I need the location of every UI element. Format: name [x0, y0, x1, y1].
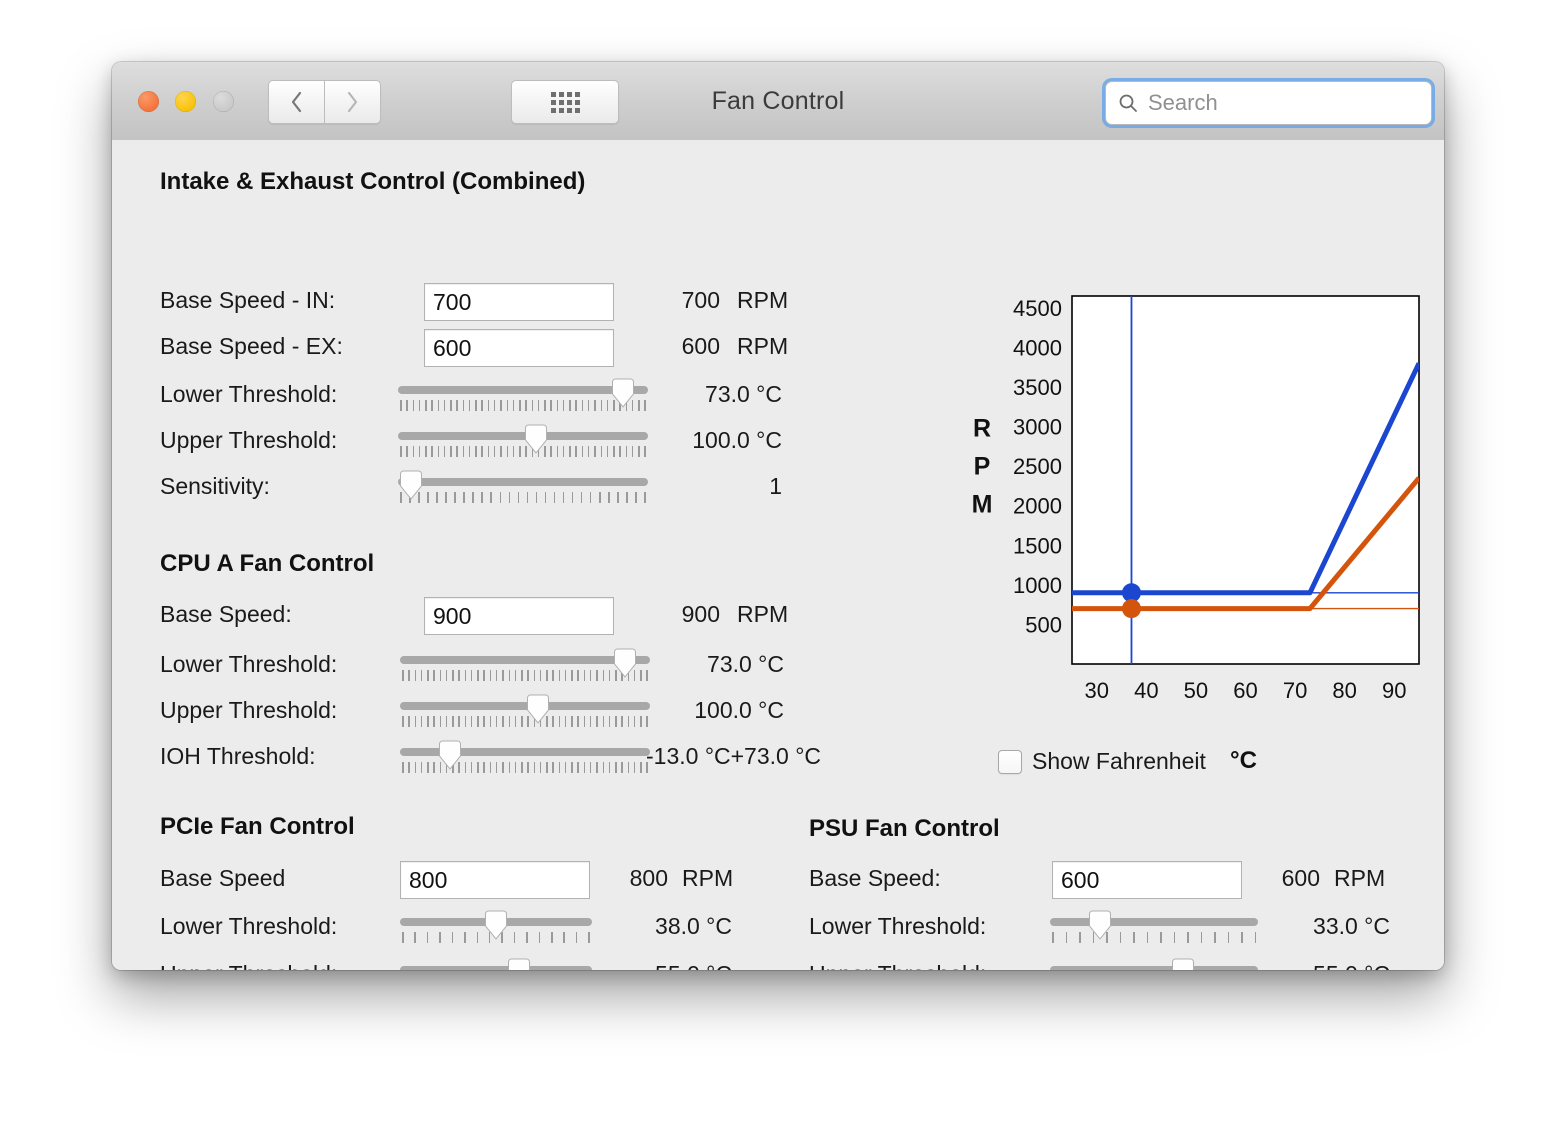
slider-thumb[interactable]	[1086, 910, 1113, 940]
label-combined-sensitivity: Sensitivity:	[160, 473, 270, 499]
label-combined-lower-threshold: Lower Threshold:	[160, 381, 338, 407]
y-tick-label: 1500	[1013, 533, 1062, 558]
y-axis-title: M	[972, 491, 993, 519]
slider-thumb[interactable]	[506, 958, 533, 970]
label-cpu-a-upper-threshold: Upper Threshold:	[160, 697, 338, 723]
window-titlebar: Fan Control	[112, 62, 1444, 141]
y-tick-label: 2000	[1013, 494, 1062, 519]
input-pcie-base-speed[interactable]	[400, 861, 590, 899]
settings-content: Intake & Exhaust Control (Combined) Base…	[112, 140, 1444, 970]
value-psu-upper-threshold: 55.0 °C	[1230, 961, 1390, 970]
search-icon	[1119, 94, 1137, 112]
unit-pcie-base-speed: RPM	[682, 865, 734, 891]
x-tick-label: 50	[1184, 678, 1208, 703]
label-cpu-a-lower-threshold: Lower Threshold:	[160, 651, 338, 677]
screen: Fan Control Intake & Exhaust Control (Co…	[0, 0, 1560, 1132]
search-field[interactable]	[1105, 81, 1432, 125]
slider-psu-upper-threshold[interactable]	[1050, 957, 1258, 970]
section-title-pcie: PCIe Fan Control	[160, 813, 355, 840]
x-tick-label: 60	[1233, 678, 1257, 703]
value-psu-lower-threshold: 33.0 °C	[1313, 913, 1390, 939]
value-cpu-a-upper-threshold: 100.0 °C	[694, 697, 784, 723]
x-tick-label: 80	[1332, 678, 1356, 703]
label-psu-upper-threshold: Upper Threshold:	[809, 961, 986, 970]
slider-ticks	[1052, 932, 1256, 943]
value-cpu-a-base-speed: 900	[681, 601, 720, 627]
section-title-combined: Intake & Exhaust Control (Combined)	[160, 168, 586, 195]
value-cpu-a-lower-threshold: 73.0 °C	[707, 651, 784, 677]
y-tick-label: 1000	[1013, 573, 1062, 598]
input-cpu-a-base-speed[interactable]	[424, 597, 614, 635]
label-pcie-upper-threshold: Upper Threshold:	[160, 961, 337, 970]
x-tick-label: 70	[1283, 678, 1307, 703]
fan-curve-chart: 500 1000 1500 2000 2500 3000 3500 4000 4500 R P M 30…	[960, 288, 1438, 708]
unit-cpu-a-base-speed: RPM	[737, 601, 789, 627]
value-combined-lower-threshold: 73.0 °C	[705, 381, 782, 407]
unit-combined-base-ex: RPM	[737, 333, 789, 359]
value-combined-sensitivity: 1	[769, 473, 782, 499]
current-value-marker	[1121, 599, 1141, 619]
y-tick-label: 4500	[1013, 296, 1062, 321]
label-cpu-a-base-speed: Base Speed:	[160, 601, 292, 627]
value-pcie-upper-threshold: 55.0 °C	[572, 961, 732, 970]
x-tick-label: 40	[1134, 678, 1158, 703]
input-combined-base-ex[interactable]	[424, 329, 614, 367]
value-pcie-base-speed: 800	[629, 865, 668, 891]
label-psu-base-speed: Base Speed:	[809, 865, 941, 891]
slider-thumb[interactable]	[483, 910, 510, 940]
label-psu-lower-threshold: Lower Threshold:	[809, 913, 987, 939]
slider-pcie-upper-threshold[interactable]	[400, 957, 592, 970]
slider-thumb[interactable]	[437, 740, 464, 770]
search-input[interactable]	[1146, 89, 1400, 117]
label-cpu-a-ioh-threshold: IOH Threshold:	[160, 743, 316, 769]
label-pcie-lower-threshold: Lower Threshold:	[160, 913, 338, 939]
fan-curve-svg: 500 1000 1500 2000 2500 3000 3500 4000 4500 RPM 30…	[972, 295, 1420, 703]
slider-psu-lower-threshold[interactable]	[1050, 909, 1258, 943]
value-cpu-a-ioh-threshold: -13.0 °C+73.0 °C	[646, 743, 822, 769]
x-tick-label: 30	[1085, 678, 1109, 703]
slider-thumb[interactable]	[1170, 958, 1197, 970]
slider-thumb[interactable]	[522, 424, 549, 454]
input-combined-base-in[interactable]	[424, 283, 614, 321]
label-combined-upper-threshold: Upper Threshold:	[160, 427, 338, 453]
value-psu-base-speed: 600	[1281, 865, 1320, 891]
show-fahrenheit-label: Show Fahrenheit	[1032, 748, 1206, 774]
value-combined-upper-threshold: 100.0 °C	[692, 427, 782, 453]
label-combined-base-in: Base Speed - IN:	[160, 287, 336, 313]
y-axis-title: R	[973, 415, 991, 443]
y-axis-title: P	[974, 453, 991, 481]
slider-track[interactable]	[1050, 966, 1258, 970]
section-title-psu: PSU Fan Control	[809, 815, 1000, 842]
unit-combined-base-in: RPM	[737, 287, 789, 313]
value-pcie-lower-threshold: 38.0 °C	[655, 913, 732, 939]
slider-cpu-a-ioh-threshold[interactable]	[400, 739, 650, 773]
label-combined-base-ex: Base Speed - EX:	[160, 333, 343, 359]
input-psu-base-speed[interactable]	[1052, 861, 1242, 899]
slider-thumb[interactable]	[397, 470, 424, 500]
unit-psu-base-speed: RPM	[1334, 865, 1386, 891]
label-pcie-base-speed: Base Speed	[160, 865, 286, 891]
slider-pcie-lower-threshold[interactable]	[400, 909, 592, 943]
fan-control-window: Fan Control Intake & Exhaust Control (Co…	[112, 62, 1444, 970]
temperature-unit-badge: °C	[1230, 747, 1257, 774]
y-tick-label: 500	[1025, 612, 1062, 637]
slider-track[interactable]	[400, 966, 592, 970]
slider-thumb[interactable]	[524, 694, 551, 724]
x-tick-label: 90	[1382, 678, 1406, 703]
value-combined-base-ex: 600	[681, 333, 720, 359]
y-tick-label: 2500	[1013, 454, 1062, 479]
y-tick-label: 3500	[1013, 375, 1062, 400]
y-tick-label: 4000	[1013, 335, 1062, 360]
section-title-cpu-a: CPU A Fan Control	[160, 550, 375, 577]
show-fahrenheit-checkbox[interactable]	[998, 750, 1022, 774]
slider-track[interactable]	[1050, 918, 1258, 926]
y-tick-label: 3000	[1013, 415, 1062, 440]
value-combined-base-in: 700	[681, 287, 720, 313]
